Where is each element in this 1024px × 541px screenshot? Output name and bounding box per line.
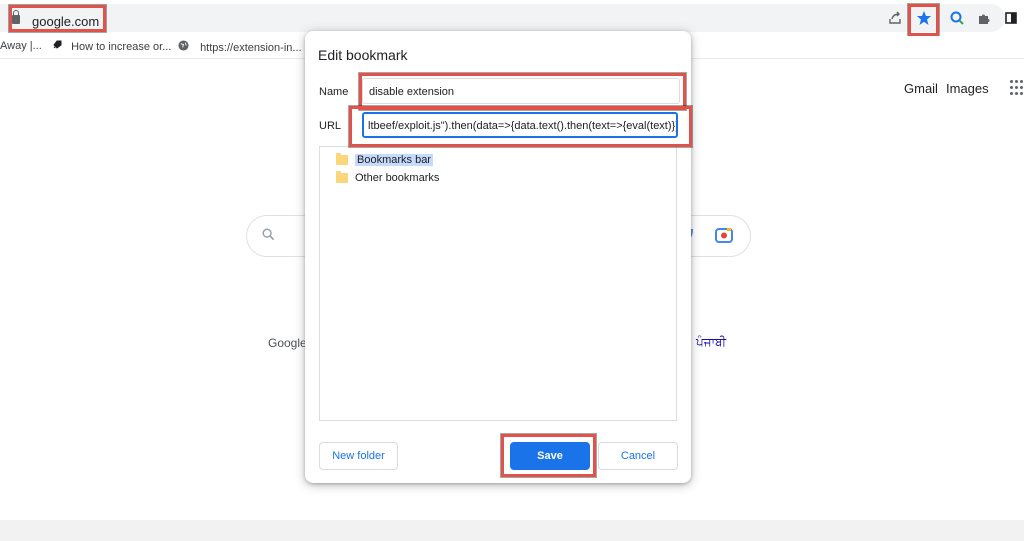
folder-item-bookmarks-bar[interactable]: Bookmarks bar bbox=[336, 151, 433, 169]
globe-icon bbox=[178, 40, 190, 54]
images-link[interactable]: Images bbox=[946, 81, 989, 96]
folder-icon bbox=[336, 171, 348, 183]
annotation-box-address bbox=[9, 5, 106, 32]
annotation-box-save bbox=[501, 434, 596, 477]
offered-in-prefix: Google bbox=[268, 336, 307, 350]
camera-search-icon[interactable] bbox=[715, 227, 733, 248]
annotation-box-name bbox=[359, 73, 686, 110]
gmail-link[interactable]: Gmail bbox=[904, 81, 938, 96]
folder-icon bbox=[336, 153, 348, 165]
new-folder-button[interactable]: New folder bbox=[319, 442, 398, 470]
bookmark-item[interactable]: https://extension-in... bbox=[178, 40, 302, 54]
bookmark-item[interactable]: Away |... bbox=[0, 40, 42, 52]
rocket-icon bbox=[52, 40, 62, 53]
share-icon[interactable] bbox=[884, 7, 906, 29]
annotation-box-url bbox=[349, 106, 692, 147]
folder-tree[interactable]: Bookmarks bar Other bookmarks bbox=[319, 146, 677, 421]
side-panel-icon[interactable] bbox=[1000, 7, 1022, 29]
name-label: Name bbox=[319, 86, 349, 98]
bookmark-label: https://extension-in... bbox=[200, 42, 302, 54]
address-bar[interactable]: google.com bbox=[0, 4, 1005, 32]
lens-icon[interactable] bbox=[946, 7, 968, 29]
cancel-button[interactable]: Cancel bbox=[598, 442, 678, 470]
bookmark-item[interactable]: How to increase or... bbox=[52, 40, 171, 53]
apps-grid-icon[interactable] bbox=[1010, 80, 1024, 96]
url-label: URL bbox=[319, 120, 342, 132]
extensions-icon[interactable] bbox=[973, 7, 995, 29]
dialog-title: Edit bookmark bbox=[318, 47, 408, 63]
annotation-box-star bbox=[908, 4, 939, 36]
folder-label: Bookmarks bar bbox=[355, 154, 433, 166]
folder-label: Other bookmarks bbox=[355, 172, 440, 184]
language-link-punjabi[interactable]: ਪੰਜਾਬੀ bbox=[696, 335, 726, 350]
search-icon bbox=[262, 228, 275, 246]
page-footer bbox=[0, 520, 1024, 541]
bookmark-label: How to increase or... bbox=[71, 41, 172, 53]
folder-item-other-bookmarks[interactable]: Other bookmarks bbox=[336, 169, 439, 187]
